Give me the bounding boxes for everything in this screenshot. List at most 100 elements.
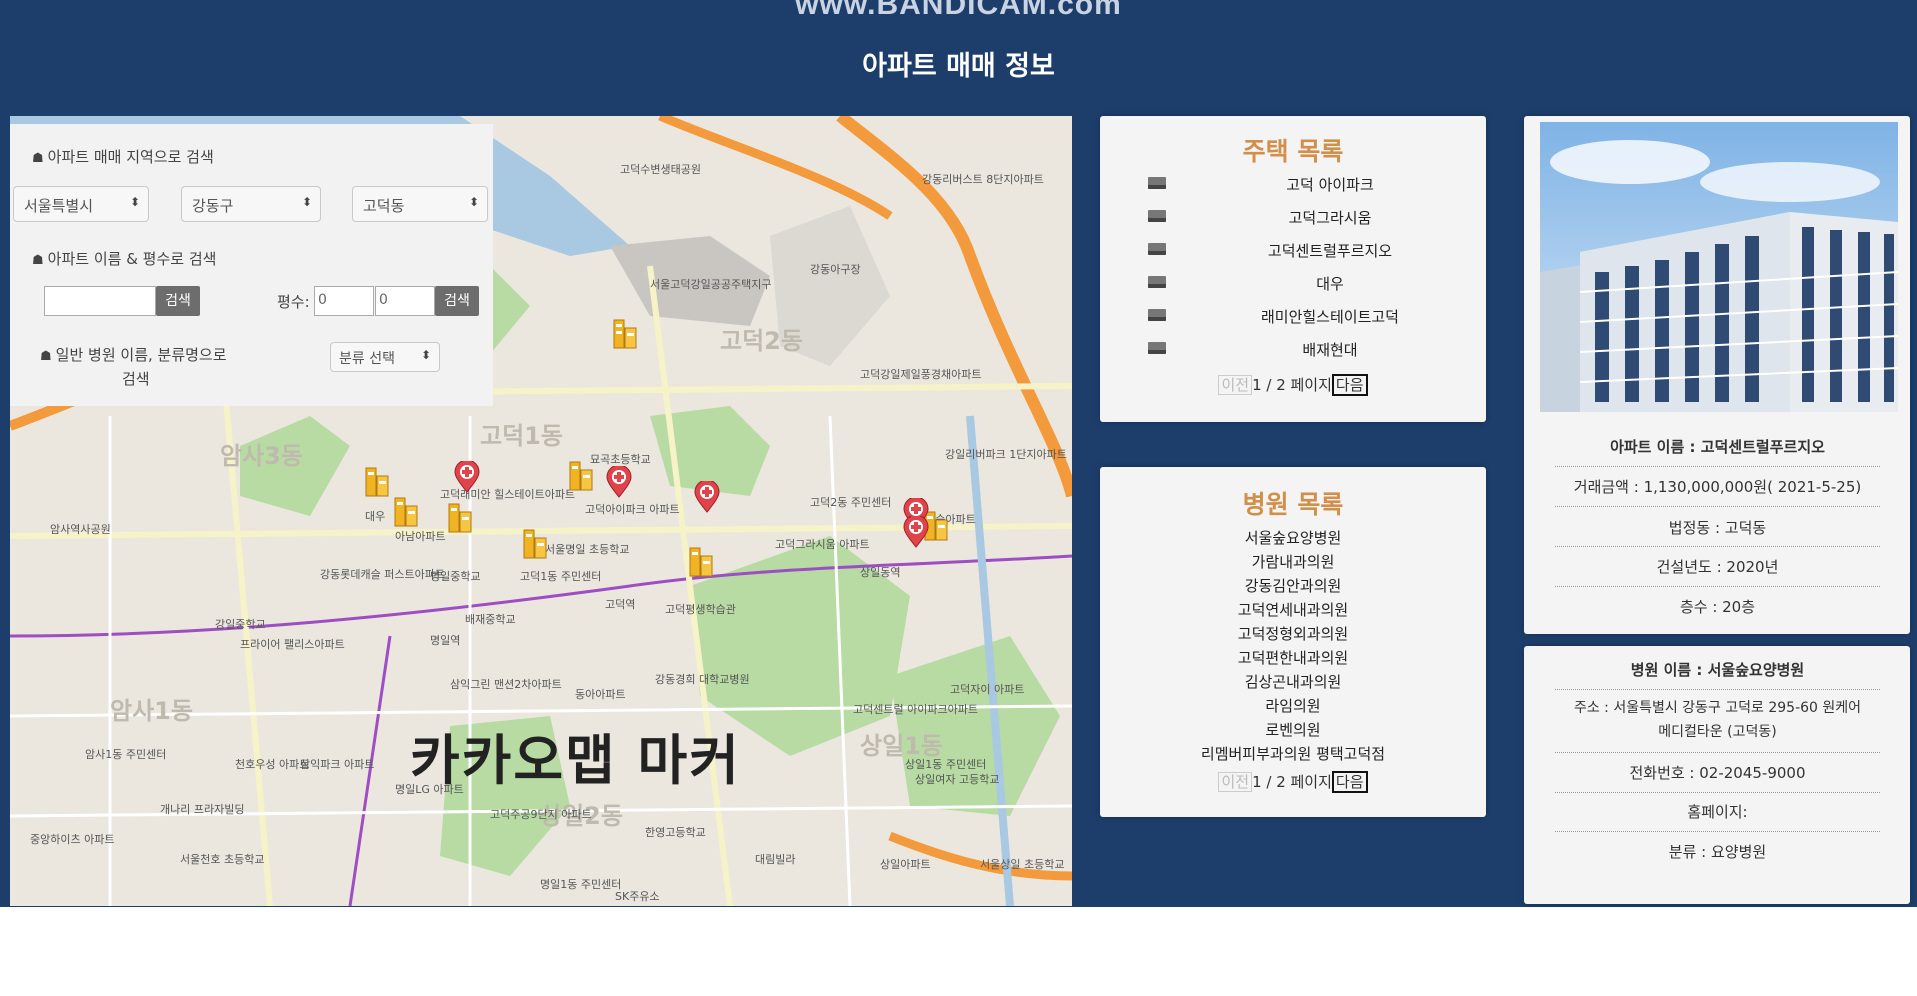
page-title: 아파트 매매 정보	[862, 51, 1055, 82]
apartment-marker[interactable]	[568, 458, 594, 492]
map-place-label: 강동아구장	[810, 263, 861, 276]
map-place-label: 고덕자이 아파트	[950, 683, 1025, 696]
map-place-label: 묘곡초등학교	[590, 453, 651, 466]
next-page-button[interactable]: 다음	[1331, 771, 1368, 793]
apartment-name-input[interactable]	[44, 286, 156, 316]
area-search-button[interactable]: 검색	[435, 286, 479, 316]
building-thumbnail	[1148, 210, 1166, 222]
apartment-photo	[1540, 122, 1898, 412]
building-thumbnail	[1148, 177, 1166, 189]
area-label: 평수:	[277, 293, 310, 311]
house-list-card: 주택 목록 고덕 아이파크 고덕그라시움 고덕센트럴푸르지오 대우 래미안힐스테…	[1100, 116, 1486, 422]
map-place-label: 대림빌라	[755, 853, 796, 866]
hospital-list-item[interactable]: 리멤버피부과의원 평택고덕점	[1100, 743, 1486, 764]
apartment-marker[interactable]	[393, 494, 419, 528]
map-dong-label: 암사3동	[220, 442, 303, 470]
house-icon: ☗	[32, 151, 44, 166]
house-icon: ☗	[32, 253, 44, 268]
divider	[1555, 506, 1880, 507]
map-place-label: 암사1동 주민센터	[85, 748, 167, 761]
house-list-item[interactable]: 고덕 아이파크	[1100, 171, 1486, 197]
select-arrow-icon: ⬍	[301, 195, 312, 209]
district-select[interactable]: 강동구 ⬍	[181, 186, 321, 222]
hospital-marker[interactable]	[606, 466, 632, 498]
map-place-label: 고덕아이파크 아파트	[585, 503, 680, 516]
city-select[interactable]: 서울특별시 ⬍	[13, 186, 149, 222]
hospital-list-item[interactable]: 강동김안과의원	[1100, 575, 1486, 596]
hospital-list-item[interactable]: 라임의원	[1100, 695, 1486, 716]
hospital-list-item[interactable]: 서울숲요양병원	[1100, 527, 1486, 548]
map-place-label: 강동리버스트 8단지아파트	[922, 173, 1044, 186]
map-place-label: 동아아파트	[575, 688, 626, 701]
map-place-label: 서울천호 초등학교	[180, 853, 265, 866]
hospital-list-pager: 이전 1 / 2 페이지 다음	[1100, 771, 1486, 793]
divider	[1555, 831, 1880, 832]
hospital-category-select[interactable]: 분류 선택 ⬍	[330, 342, 440, 372]
name-search-heading: ☗ 아파트 이름 & 평수로 검색	[32, 250, 217, 268]
divider	[1555, 689, 1880, 690]
hospital-list-item[interactable]: 고덕편한내과의원	[1100, 647, 1486, 668]
area-min-input[interactable]: 0	[314, 286, 374, 316]
house-list-item[interactable]: 고덕그라시움	[1100, 204, 1486, 230]
hospital-marker[interactable]	[694, 481, 720, 513]
map-dong-label: 고덕1동	[480, 422, 563, 450]
divider	[1555, 546, 1880, 547]
select-arrow-icon: ⬍	[129, 195, 140, 209]
map-place-label: 중앙하이츠 아파트	[30, 833, 115, 846]
map-place-label: 천호우성 아파트	[235, 758, 310, 771]
house-list-item[interactable]: 대우	[1100, 270, 1486, 296]
map-place-label: 고덕2동 주민센터	[810, 496, 892, 509]
building-thumbnail	[1148, 276, 1166, 288]
house-icon: ☗	[40, 349, 52, 364]
map-place-label: 한영고등학교	[645, 826, 706, 839]
dong-select[interactable]: 고덕동 ⬍	[352, 186, 488, 222]
building-thumbnail	[1148, 342, 1166, 354]
hospital-marker[interactable]	[454, 461, 480, 493]
hospital-list-item[interactable]: 고덕정형외과의원	[1100, 623, 1486, 644]
house-list-item[interactable]: 래미안힐스테이트고덕	[1100, 303, 1486, 329]
map-place-label: 명일1동 주민센터	[540, 878, 622, 891]
map-place-label: SK주유소	[615, 890, 660, 903]
hospital-list-item[interactable]: 로벤의원	[1100, 719, 1486, 740]
apartment-marker[interactable]	[688, 544, 714, 578]
apartment-floors: 층수 : 20층	[1679, 598, 1756, 616]
select-arrow-icon: ⬍	[468, 195, 479, 209]
hospital-list-item[interactable]: 김상곤내과의원	[1100, 671, 1486, 692]
apartment-marker[interactable]	[522, 526, 548, 560]
map-place-label: 고덕그라시움 아파트	[775, 538, 870, 551]
map-place-label: 상일동역	[860, 566, 901, 579]
map-place-label: 고덕역	[605, 598, 636, 611]
map-place-label: 삼익파크 아파트	[300, 758, 375, 771]
page-indicator: 1 / 2 페이지	[1252, 773, 1332, 791]
map-place-label: 강일중학교	[215, 618, 266, 631]
page-indicator: 1 / 2 페이지	[1252, 376, 1332, 394]
area-max-input[interactable]: 0	[375, 286, 435, 316]
hospital-address: 주소 : 서울특별시 강동구 고덕로 295-60 원케어	[1573, 700, 1862, 716]
hospital-marker[interactable]	[903, 516, 929, 548]
map-place-label: 개나리 프라자빌딩	[160, 803, 245, 816]
hospital-name: 병원 이름 : 서울숲요양병원	[1630, 661, 1805, 679]
hospital-list-item[interactable]: 고덕연세내과의원	[1100, 599, 1486, 620]
prev-page-button[interactable]: 이전	[1218, 375, 1253, 395]
hospital-list-title: 병원 목록	[1242, 490, 1344, 519]
apartment-marker[interactable]	[612, 316, 638, 350]
prev-page-button[interactable]: 이전	[1218, 772, 1253, 792]
name-search-button[interactable]: 검색	[156, 286, 200, 316]
apartment-marker[interactable]	[447, 500, 473, 534]
map-place-label: 암사역사공원	[50, 523, 111, 536]
recording-watermark: www.BANDICAM.com	[795, 0, 1122, 21]
map-place-label: 대우	[365, 510, 386, 523]
hospital-list-item[interactable]: 가람내과의원	[1100, 551, 1486, 572]
apartment-price: 거래금액 : 1,130,000,000원( 2021-5-25)	[1573, 478, 1862, 496]
next-page-button[interactable]: 다음	[1331, 374, 1368, 396]
map-place-label: 서울명일 초등학교	[545, 543, 630, 556]
hospital-phone: 전화번호 : 02-2045-9000	[1629, 764, 1806, 782]
hospital-homepage: 홈페이지:	[1687, 803, 1748, 821]
divider	[1555, 752, 1880, 753]
house-list-item[interactable]: 배재현대	[1100, 336, 1486, 362]
divider	[1555, 466, 1880, 467]
map-place-label: 고덕수변생태공원	[620, 163, 701, 176]
map-place-label: 배재중학교	[465, 613, 516, 626]
house-list-item[interactable]: 고덕센트럴푸르지오	[1100, 237, 1486, 263]
apartment-marker[interactable]	[364, 464, 390, 498]
